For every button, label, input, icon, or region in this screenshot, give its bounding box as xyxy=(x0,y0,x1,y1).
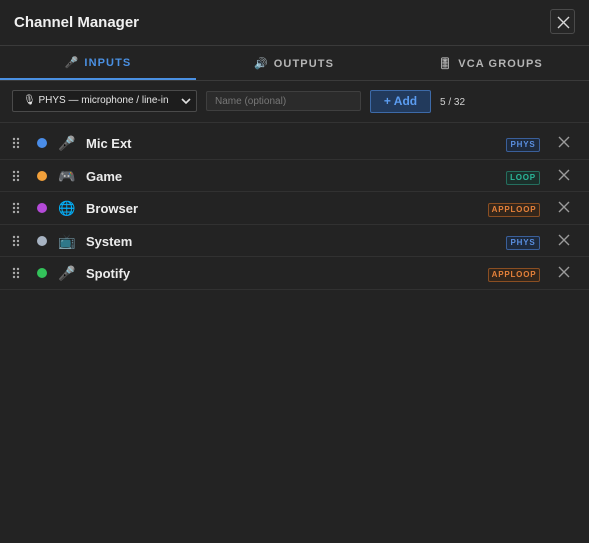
remove-channel-icon[interactable] xyxy=(557,265,571,279)
remove-channel-icon[interactable] xyxy=(557,168,571,182)
channel-type-badge: PHYS xyxy=(506,138,540,152)
source-type-value: 🎙 PHYS — microphone / line-in xyxy=(23,95,169,106)
remove-channel-icon[interactable] xyxy=(557,233,571,247)
channel-color-dot[interactable] xyxy=(37,170,47,181)
channel-name: System xyxy=(86,233,133,249)
channel-type-badge: APPLOOP xyxy=(488,268,540,282)
tab-bar: 🎤 INPUTS 🔊 OUTPUTS 🎚 VCA GROUPS xyxy=(0,47,589,81)
tab-outputs[interactable]: 🔊 OUTPUTS xyxy=(196,47,392,80)
list-item[interactable]: 🌐 Browser APPLOOP xyxy=(0,192,589,225)
channel-name-input[interactable] xyxy=(206,91,361,111)
channel-color-dot[interactable] xyxy=(37,268,47,278)
microphone-icon: 🎤 xyxy=(64,57,80,69)
add-channel-toolbar: 🎙 PHYS — microphone / line-in + Add 5 / … xyxy=(0,81,589,123)
channel-type-badge: LOOP xyxy=(506,170,540,185)
channel-color-dot[interactable] xyxy=(37,235,47,246)
tv-icon: 📺 xyxy=(58,232,76,249)
remove-channel-icon[interactable] xyxy=(557,200,571,214)
chevron-down-icon xyxy=(181,98,191,105)
globe-icon: 🌐 xyxy=(58,200,76,216)
tab-label: VCA GROUPS xyxy=(458,57,543,70)
drag-handle-icon[interactable] xyxy=(12,202,20,214)
list-item[interactable]: 🎮 Game LOOP xyxy=(0,160,589,192)
channel-name: Mic Ext xyxy=(86,136,132,151)
source-type-select[interactable]: 🎙 PHYS — microphone / line-in xyxy=(12,90,197,112)
channel-type-badge: PHYS xyxy=(506,235,540,250)
gamepad-icon: 🎮 xyxy=(58,167,76,184)
channel-name: Game xyxy=(86,168,123,184)
list-item[interactable]: 🎤 Mic Ext PHYS xyxy=(0,127,589,160)
close-icon xyxy=(557,16,570,29)
tab-label: INPUTS xyxy=(84,56,132,69)
channel-name: Browser xyxy=(86,201,139,216)
microphone-icon: 🎤 xyxy=(58,265,76,281)
tab-label: OUTPUTS xyxy=(273,57,335,70)
fader-icon: 🎚 xyxy=(438,58,454,70)
remove-channel-icon[interactable] xyxy=(557,135,571,149)
tab-vca-groups[interactable]: 🎚 VCA GROUPS xyxy=(392,47,589,80)
channel-list: 🎤 Mic Ext PHYS 🎮 Game LOOP 🌐 Browser APP… xyxy=(0,127,589,290)
speaker-icon: 🔊 xyxy=(253,58,269,70)
channel-name: Spotify xyxy=(86,266,131,281)
channel-count: 5 / 32 xyxy=(440,97,466,108)
tab-inputs[interactable]: 🎤 INPUTS xyxy=(0,47,196,80)
list-item[interactable]: 🎤 Spotify APPLOOP xyxy=(0,257,589,290)
list-item[interactable]: 📺 System PHYS xyxy=(0,225,589,257)
dialog-header: Channel Manager xyxy=(0,0,589,46)
close-button[interactable] xyxy=(550,9,575,34)
channel-color-dot[interactable] xyxy=(37,203,47,213)
drag-handle-icon[interactable] xyxy=(12,170,20,182)
channel-color-dot[interactable] xyxy=(37,138,47,148)
channel-type-badge: APPLOOP xyxy=(488,203,540,217)
drag-handle-icon[interactable] xyxy=(12,267,20,279)
add-channel-button[interactable]: + Add xyxy=(370,90,431,113)
drag-handle-icon[interactable] xyxy=(12,137,20,149)
microphone-icon: 🎤 xyxy=(58,135,76,151)
drag-handle-icon[interactable] xyxy=(12,235,20,247)
dialog-title: Channel Manager xyxy=(14,14,140,31)
